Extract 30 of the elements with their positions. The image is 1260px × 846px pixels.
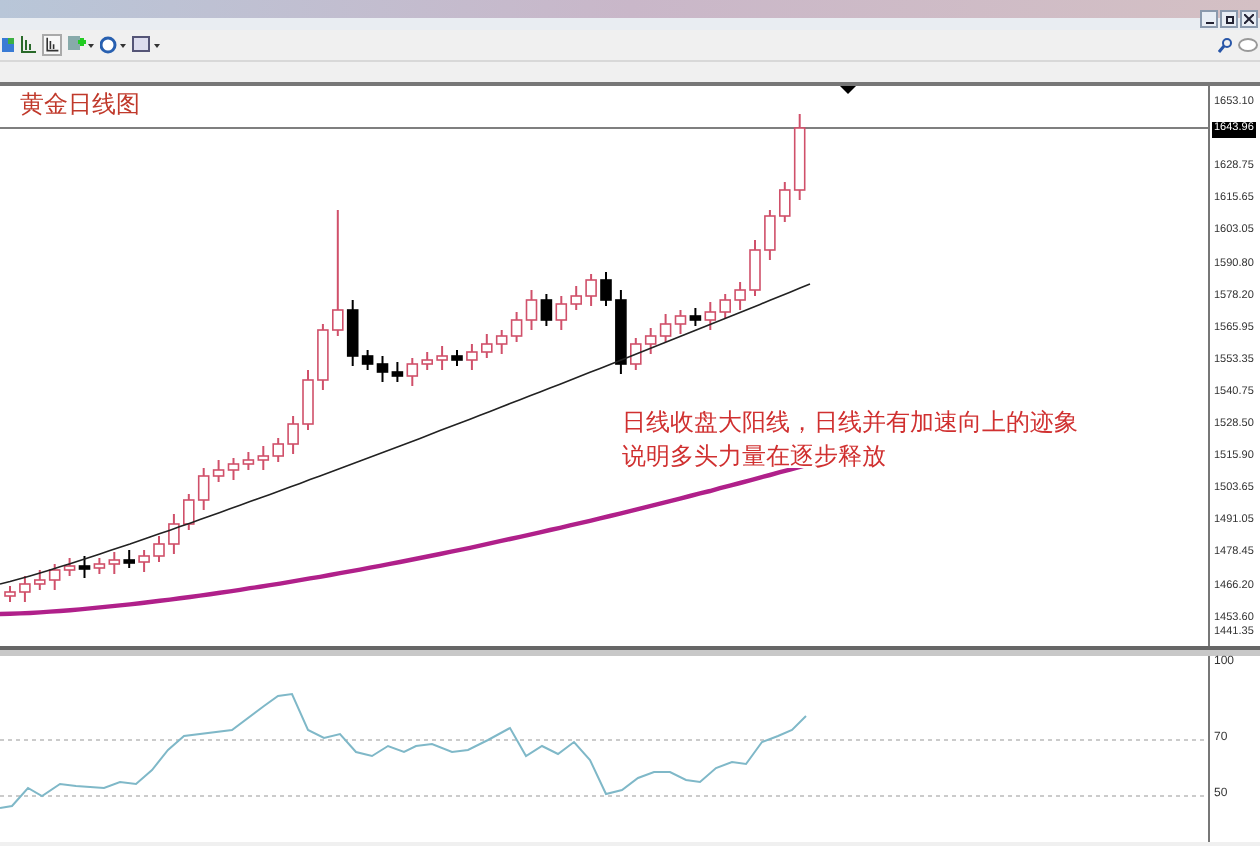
candlestick bbox=[153, 535, 165, 563]
candlestick bbox=[19, 575, 31, 603]
grid-icon[interactable] bbox=[2, 36, 14, 54]
candlestick bbox=[585, 273, 597, 307]
bar-chart-icon[interactable] bbox=[42, 34, 62, 56]
search-icon[interactable] bbox=[1218, 37, 1232, 53]
candlestick bbox=[600, 271, 612, 307]
annotation-text: 日线收盘大阳线，日线并有加速向上的迹象 bbox=[622, 410, 1078, 434]
candlestick bbox=[138, 549, 150, 573]
minimize-button[interactable] bbox=[1200, 10, 1218, 28]
candlestick bbox=[302, 369, 314, 431]
candlestick bbox=[451, 349, 463, 367]
candlestick bbox=[436, 345, 448, 371]
chat-icon[interactable] bbox=[1238, 37, 1258, 53]
candlestick bbox=[764, 209, 776, 261]
candlestick bbox=[317, 323, 329, 391]
candlestick bbox=[168, 513, 180, 555]
window-icon[interactable] bbox=[132, 36, 160, 54]
restore-button[interactable] bbox=[1220, 10, 1238, 28]
bar-chart-icon[interactable] bbox=[20, 36, 36, 54]
annotation-text: 说明多头力量在逐步释放 bbox=[622, 444, 886, 468]
candlestick bbox=[466, 343, 478, 371]
candlestick bbox=[287, 415, 299, 455]
close-button[interactable] bbox=[1240, 10, 1258, 28]
chart-title: 黄金日线图 bbox=[20, 92, 140, 116]
candlestick bbox=[734, 281, 746, 311]
candlestick bbox=[615, 289, 627, 375]
candlestick bbox=[749, 239, 761, 297]
add-chart-icon[interactable] bbox=[68, 36, 94, 54]
marker-icon bbox=[840, 86, 856, 94]
